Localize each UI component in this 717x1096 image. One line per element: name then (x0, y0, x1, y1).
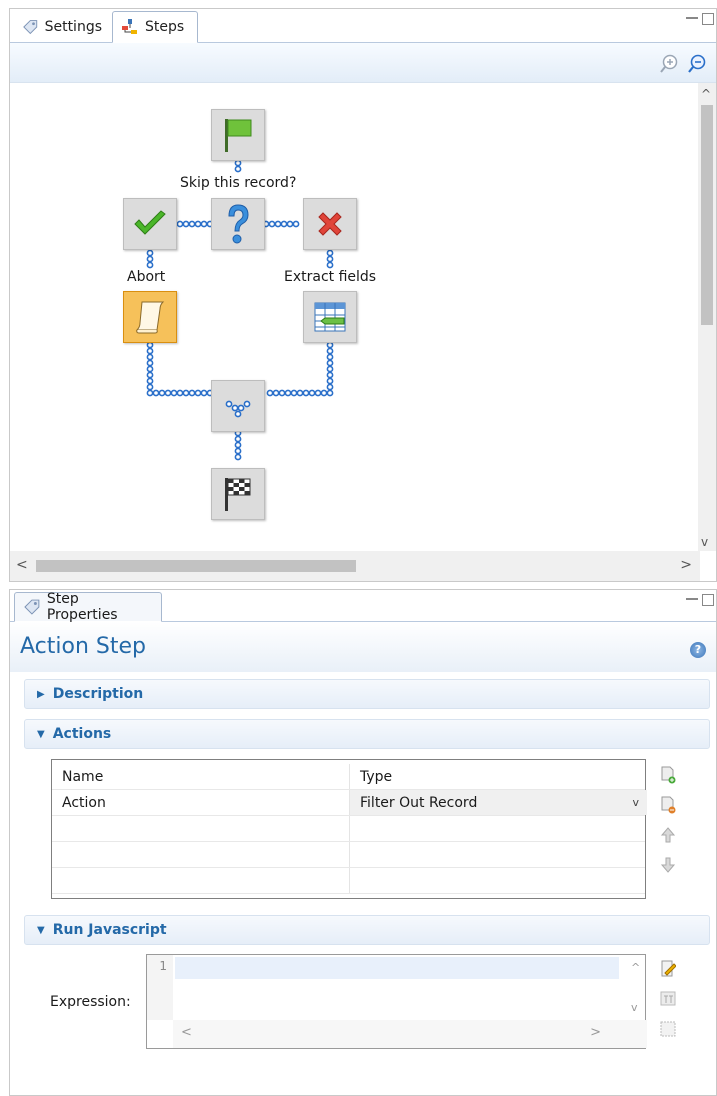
empty-cell[interactable] (350, 842, 647, 867)
merge-node[interactable] (211, 380, 265, 432)
minimize-icon[interactable] (686, 17, 698, 29)
table-row[interactable] (52, 842, 645, 868)
empty-cell[interactable] (350, 868, 647, 893)
scroll-down-icon[interactable]: v (631, 1001, 638, 1014)
line-number-gutter: 1 (147, 955, 173, 1020)
empty-cell[interactable] (52, 868, 350, 893)
editor-action-buttons (660, 960, 676, 1038)
table-row[interactable] (52, 868, 645, 894)
steps-tab-icon (122, 19, 137, 34)
maximize-icon[interactable] (702, 594, 714, 606)
start-node[interactable] (211, 109, 265, 161)
editor-horizontal-scrollbar[interactable]: < > (173, 1020, 647, 1048)
extract-fields-label: Extract fields (284, 269, 377, 285)
step-properties-panel: Step Properties Action Step ? ▶ Descript… (9, 589, 717, 1096)
tab-step-properties-label: Step Properties (46, 591, 118, 623)
end-node[interactable] (211, 468, 265, 520)
help-icon[interactable]: ? (690, 642, 706, 658)
scroll-right-icon[interactable]: > (680, 557, 692, 573)
check-icon (134, 210, 166, 235)
current-line-highlight (175, 957, 619, 979)
section-run-javascript-label: Run Javascript (52, 922, 167, 938)
tab-steps[interactable]: Steps (112, 11, 198, 43)
section-run-javascript[interactable]: ▼ Run Javascript (24, 915, 710, 945)
maximize-icon[interactable] (702, 13, 714, 25)
zoom-out-icon[interactable] (686, 53, 708, 75)
insert-field-icon[interactable] (660, 990, 676, 1008)
section-actions[interactable]: ▼ Actions (24, 719, 710, 749)
table-icon (314, 302, 346, 332)
add-row-icon[interactable] (660, 766, 676, 784)
steps-editor-panel: Settings Steps Skip this record? Abort E… (9, 8, 717, 582)
editor-tabbar: Settings Steps (10, 9, 716, 43)
collapsed-triangle-icon: ▶ (37, 688, 45, 700)
tab-step-properties[interactable]: Step Properties (14, 591, 162, 623)
editor-vertical-scrollbar[interactable]: ^ v (627, 955, 645, 1020)
properties-window-buttons (686, 594, 714, 610)
actions-table[interactable]: Name Type Action Filter Out Record v (51, 759, 647, 899)
chevron-down-icon[interactable]: v (632, 796, 639, 809)
move-down-icon[interactable] (660, 856, 676, 874)
horizontal-scroll-thumb[interactable] (36, 560, 356, 572)
flow-canvas[interactable]: Skip this record? Abort Extract fields (10, 83, 700, 551)
empty-cell[interactable] (52, 842, 350, 867)
edit-script-icon[interactable] (660, 960, 676, 978)
form-title: Action Step (20, 634, 146, 659)
action-type-select[interactable]: Filter Out Record v (350, 790, 647, 815)
canvas-horizontal-scrollbar[interactable]: < > (10, 551, 700, 581)
abort-label: Abort (127, 269, 166, 285)
properties-tabbar: Step Properties (10, 590, 716, 623)
editor-window-buttons (686, 13, 714, 29)
no-node[interactable] (303, 198, 357, 250)
zoom-in-icon[interactable] (658, 53, 680, 75)
decision-label: Skip this record? (180, 175, 297, 191)
green-flag-icon (225, 119, 252, 152)
scroll-down-icon[interactable]: v (701, 535, 708, 549)
action-type-value: Filter Out Record (360, 794, 478, 811)
move-up-icon[interactable] (660, 826, 676, 844)
cross-icon (318, 212, 342, 236)
yes-node[interactable] (123, 198, 177, 250)
section-description-label: Description (52, 686, 144, 702)
expanded-triangle-icon: ▼ (37, 728, 45, 740)
merge-icon (225, 400, 251, 418)
empty-cell[interactable] (350, 816, 647, 841)
expression-label: Expression: (50, 994, 131, 1010)
table-row[interactable]: Action Filter Out Record v (52, 790, 647, 816)
minimize-icon[interactable] (686, 598, 698, 610)
settings-tab-icon (23, 20, 38, 35)
scroll-left-icon[interactable]: < (16, 557, 28, 573)
checkered-flag-icon (225, 478, 251, 511)
decision-node[interactable] (211, 198, 265, 250)
section-actions-label: Actions (52, 726, 112, 742)
scroll-left-icon[interactable]: < (181, 1025, 192, 1040)
tab-settings-label: Settings (44, 19, 102, 35)
question-icon (228, 204, 249, 244)
expression-editor[interactable]: 1 ^ v < > (146, 954, 647, 1049)
remove-row-icon[interactable] (660, 796, 676, 814)
tab-steps-label: Steps (145, 19, 185, 35)
expanded-triangle-icon: ▼ (37, 924, 45, 936)
tab-settings[interactable]: Settings (14, 11, 110, 43)
table-row[interactable] (52, 816, 645, 842)
form-header: Action Step ? (10, 622, 716, 672)
table-header-row: Name Type (52, 764, 645, 790)
clear-icon[interactable] (660, 1020, 676, 1038)
vertical-scroll-thumb[interactable] (701, 105, 713, 325)
column-header-name[interactable]: Name (52, 764, 350, 789)
scroll-right-icon[interactable]: > (590, 1025, 601, 1040)
editor-toolbar (10, 43, 716, 83)
scroll-up-icon[interactable]: ^ (631, 961, 640, 974)
scroll-up-icon[interactable]: ^ (701, 87, 711, 101)
table-action-buttons (660, 766, 676, 874)
properties-tab-icon (24, 599, 40, 615)
extract-fields-node[interactable] (303, 291, 357, 343)
action-name-cell[interactable]: Action (52, 790, 350, 815)
empty-cell[interactable] (52, 816, 350, 841)
section-description[interactable]: ▶ Description (24, 679, 710, 709)
abort-action-node[interactable] (123, 291, 177, 343)
column-header-type[interactable]: Type (350, 764, 647, 789)
canvas-vertical-scrollbar[interactable]: ^ v (698, 83, 716, 551)
script-icon (135, 301, 165, 334)
